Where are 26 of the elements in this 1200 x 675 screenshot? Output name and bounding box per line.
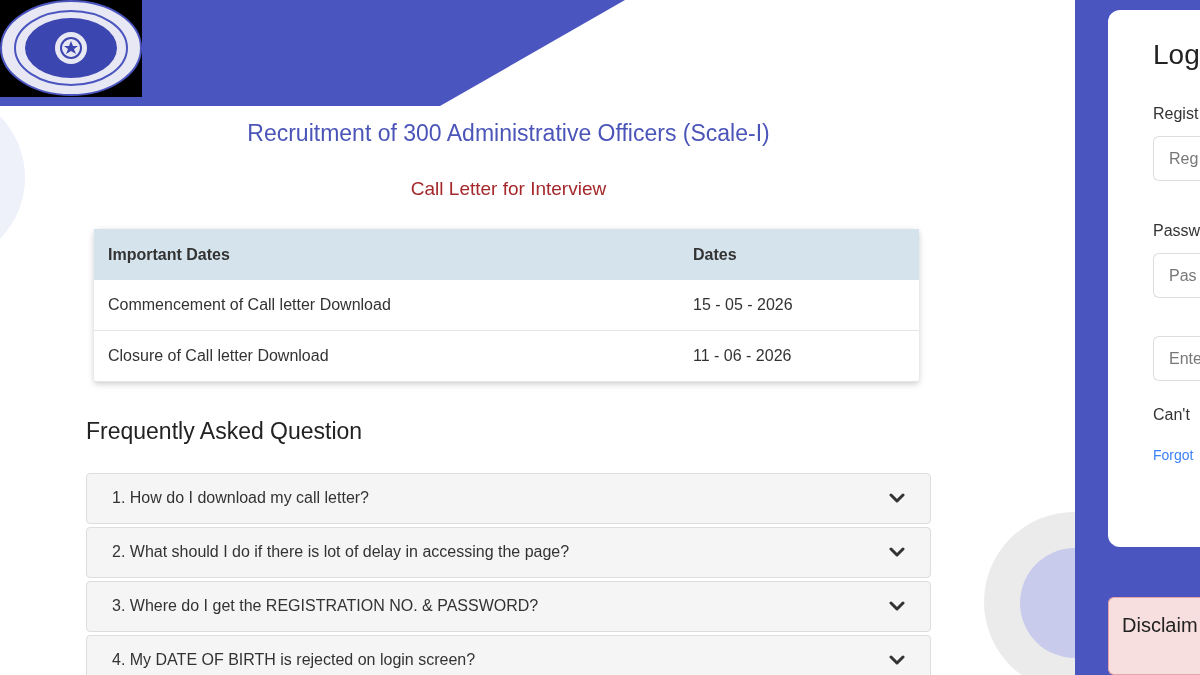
faq-item[interactable]: 3. Where do I get the REGISTRATION NO. & PASSWORD? xyxy=(86,580,931,632)
logo-icon xyxy=(0,0,142,97)
input-field[interactable]: Pas xyxy=(1153,253,1200,298)
faq-heading: Frequently Asked Question xyxy=(86,417,364,446)
page-subtitle: Call Letter for Interview xyxy=(409,176,608,201)
input-field[interactable]: Reg xyxy=(1153,136,1200,181)
table-cell-text: 11 - 06 - 2026 xyxy=(692,346,792,366)
field-label: Passw xyxy=(1153,221,1200,241)
table-cell-text: 15 - 05 - 2026 xyxy=(692,295,793,315)
page-title: Recruitment of 300 Administrative Officers (Scale-I) xyxy=(246,119,771,148)
faq-item[interactable]: 4. My DATE OF BIRTH is rejected on login screen? xyxy=(86,634,931,675)
login-heading: Log xyxy=(1153,38,1200,72)
forgot-link[interactable]: Forgot xyxy=(1153,445,1200,466)
faq-item[interactable]: 1. How do I download my call letter? xyxy=(86,472,931,524)
chevron-icon xyxy=(889,654,905,666)
faq-item[interactable]: 2. What should I do if there is lot of delay in accessing the page? xyxy=(86,526,931,578)
column-header: Important Dates xyxy=(107,244,231,265)
disclaimer-heading: Disclaim xyxy=(1122,614,1198,637)
table-cell-text: Closure of Call letter Download xyxy=(107,346,330,366)
chevron-icon xyxy=(889,492,905,504)
table-cell-text: Commencement of Call letter Download xyxy=(107,295,392,315)
chevron-icon xyxy=(889,546,905,558)
field-label: Regist xyxy=(1153,104,1200,124)
chevron-icon xyxy=(889,600,905,612)
column-header: Dates xyxy=(692,244,737,265)
help-text: Can't xyxy=(1153,405,1191,425)
